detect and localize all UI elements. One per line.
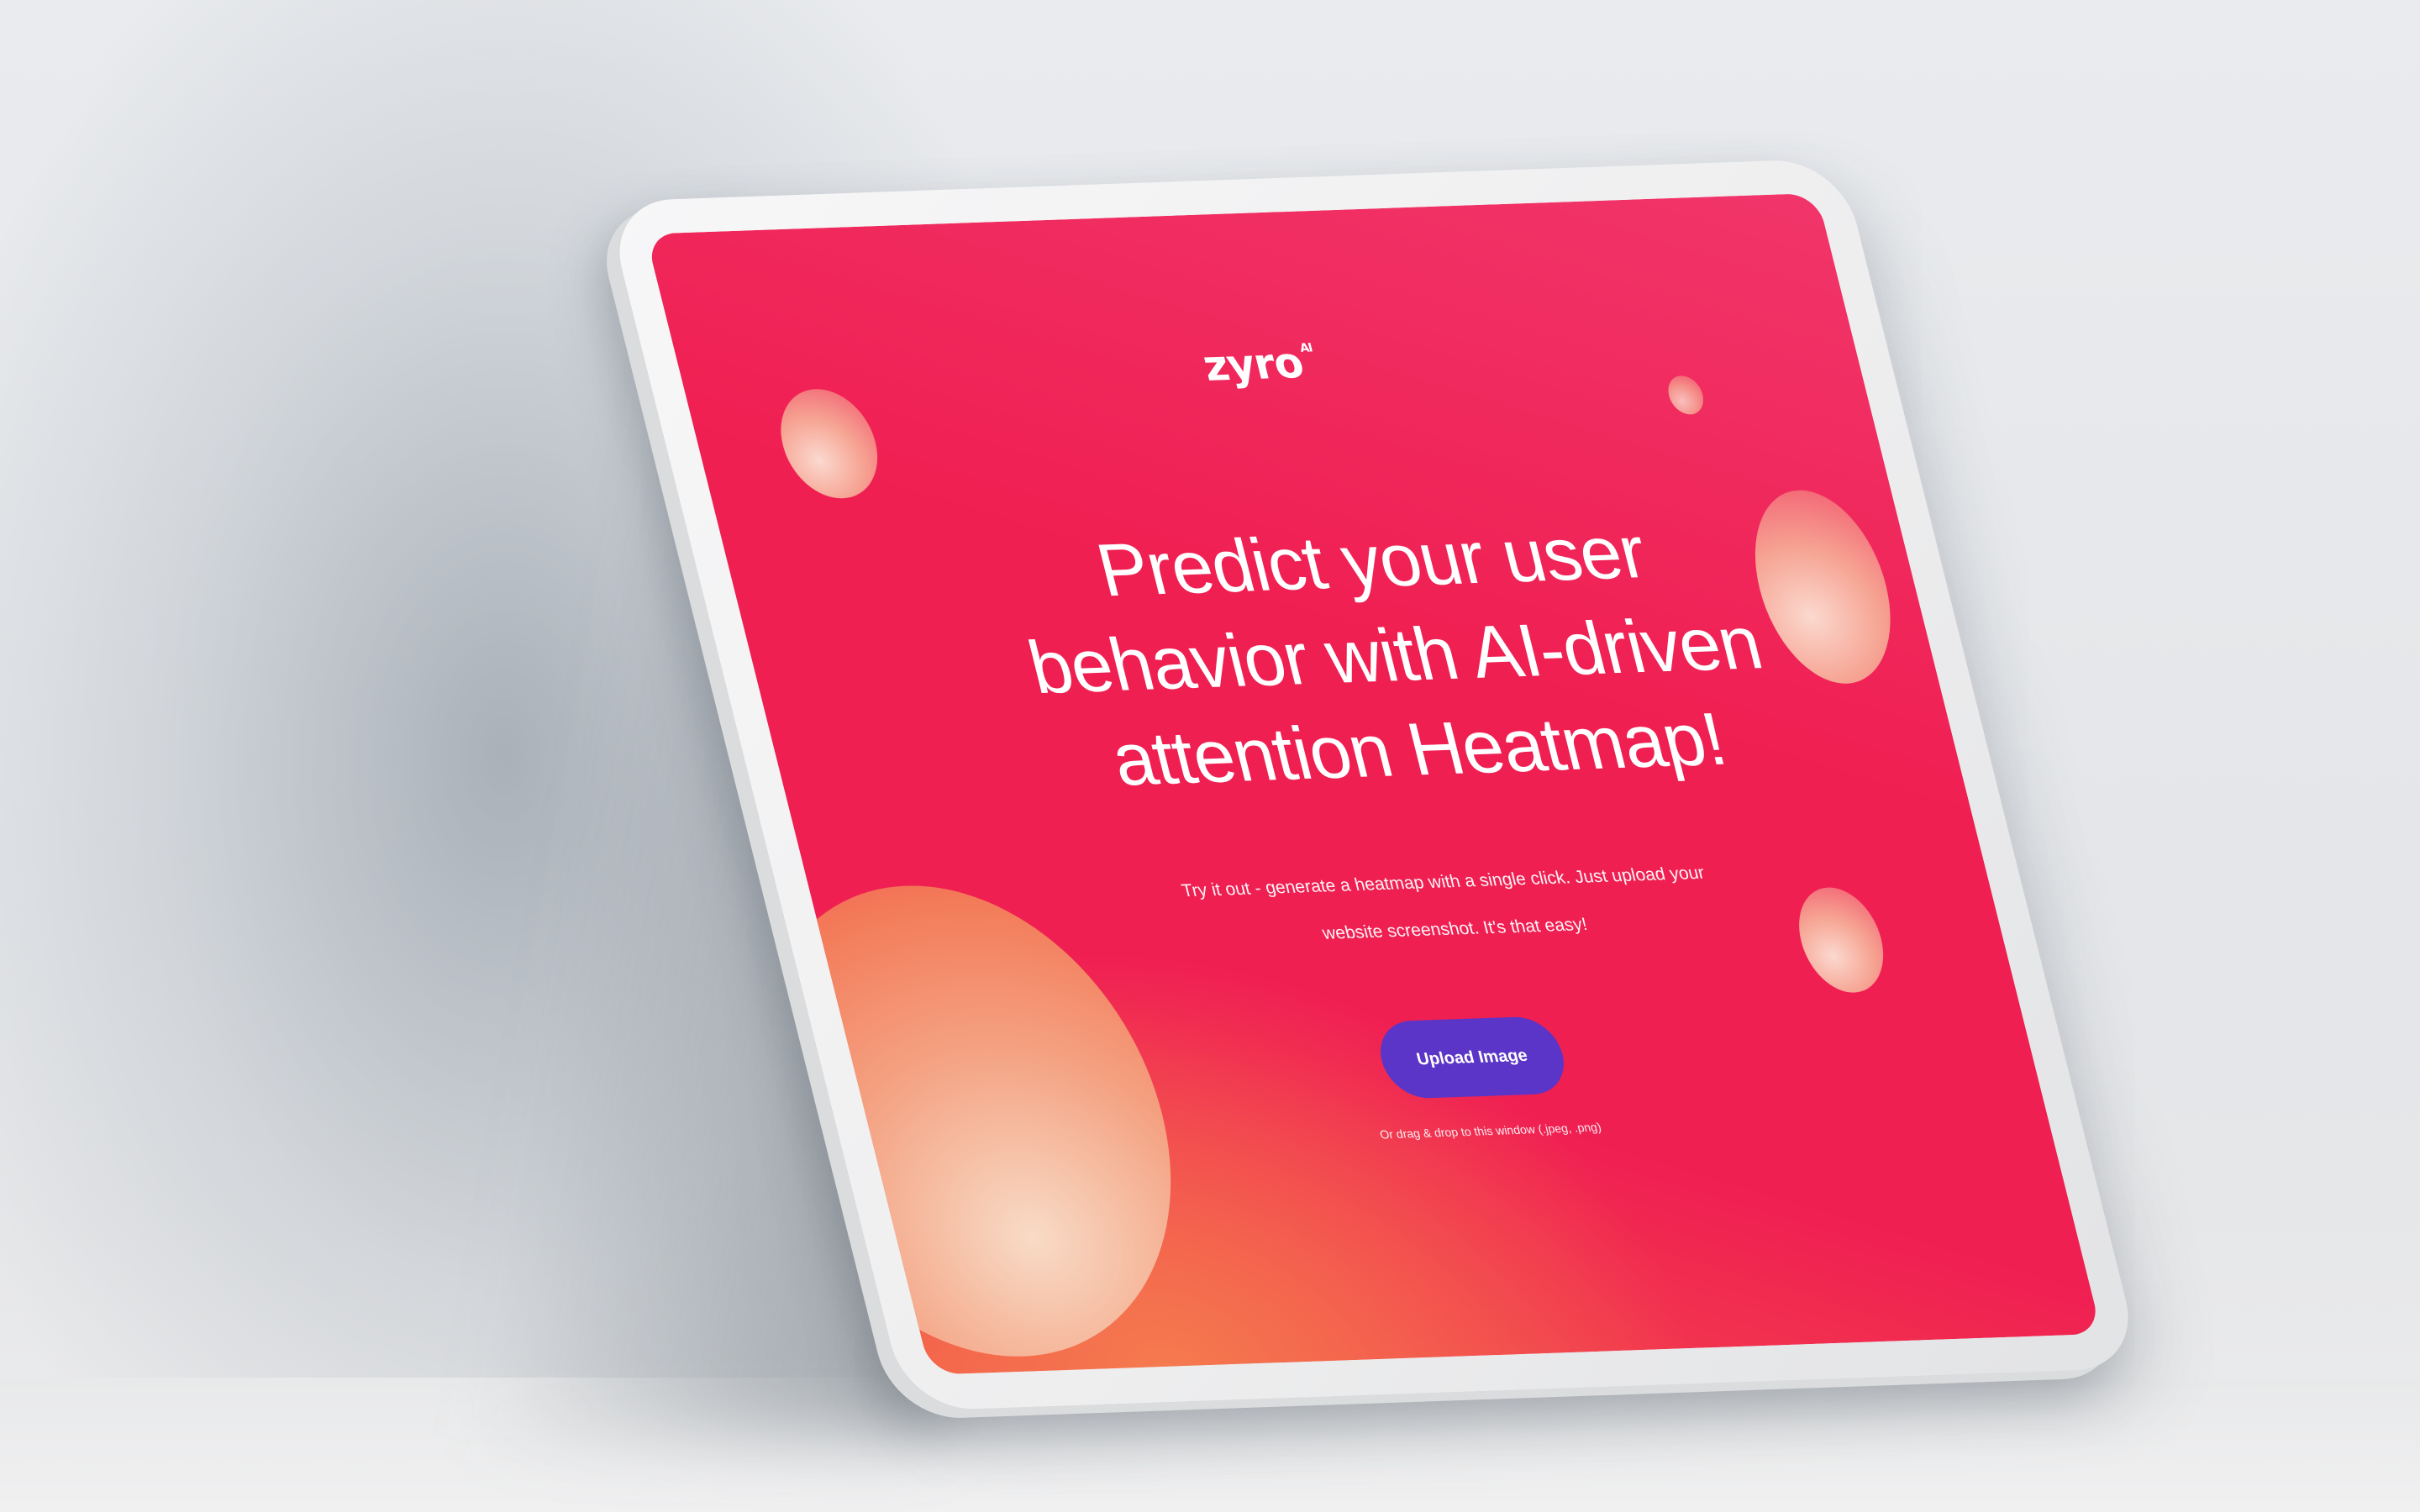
zyro-logo[interactable]: zyroAI <box>1198 338 1322 391</box>
tablet-mockup: zyroAI Predict your user behavior with A… <box>0 0 2420 1512</box>
drag-drop-hint: Or drag & drop to this window (.jpeg, .p… <box>1378 1120 1603 1142</box>
logo-text: zyro <box>1197 338 1308 391</box>
hero-headline: Predict your user behavior with AI-drive… <box>1019 509 1770 801</box>
tablet-screen: zyroAI Predict your user behavior with A… <box>645 192 2102 1375</box>
upload-image-button[interactable]: Upload Image <box>1372 1016 1572 1100</box>
hero-subtext: Try it out - generate a heatmap with a s… <box>1179 863 1707 943</box>
hero-section: zyroAI Predict your user behavior with A… <box>645 193 2102 1375</box>
tablet-frame: zyroAI Predict your user behavior with A… <box>605 158 2143 1411</box>
logo-superscript: AI <box>1298 341 1314 355</box>
